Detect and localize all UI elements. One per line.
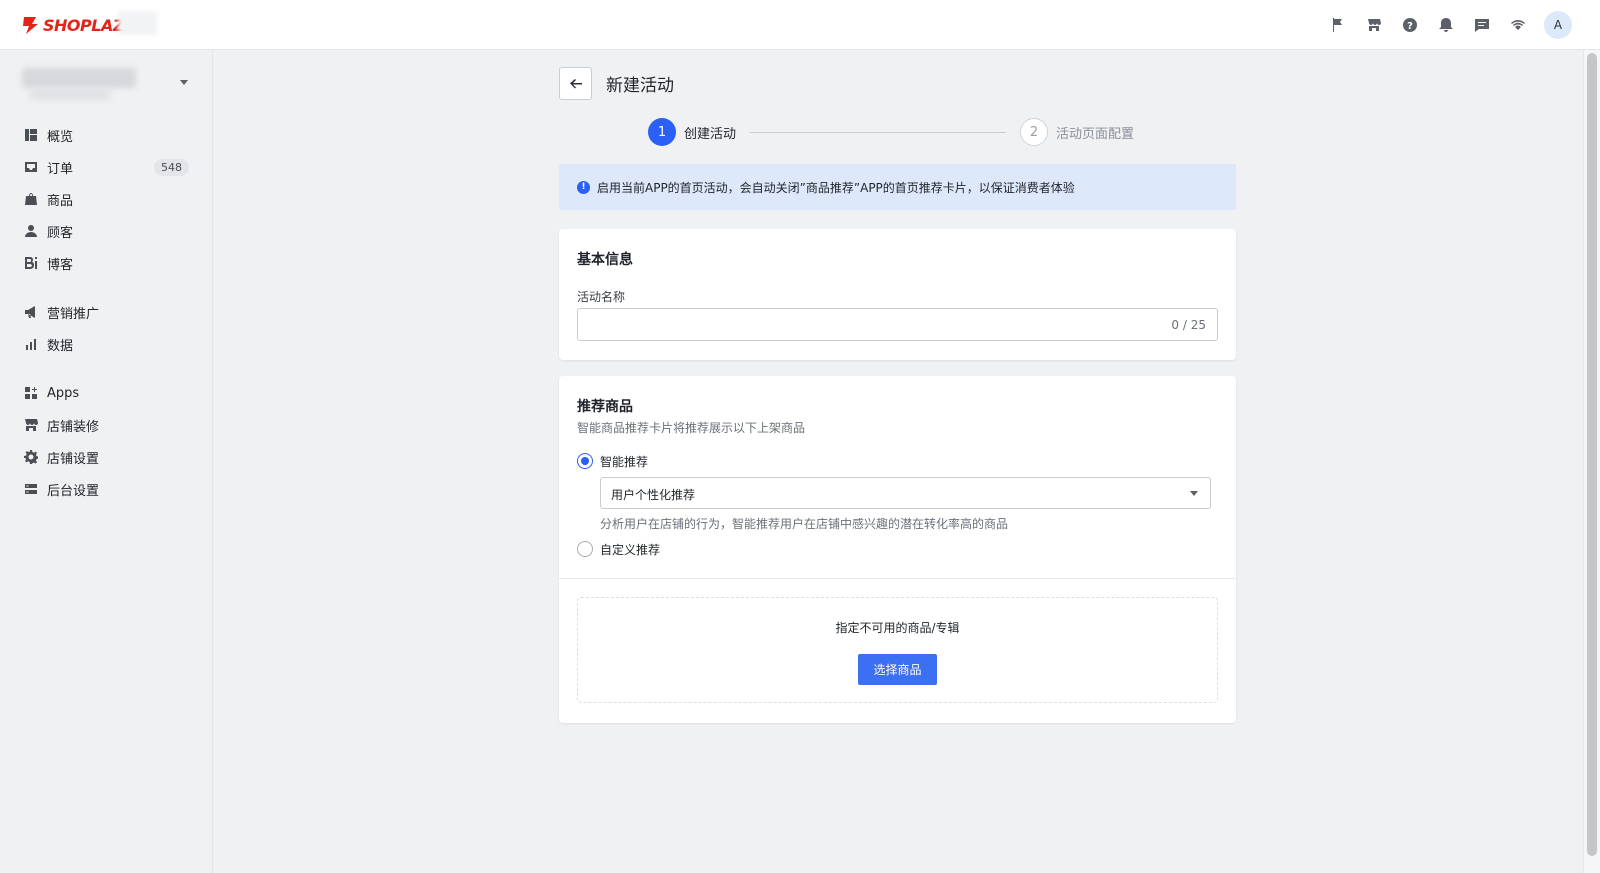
stepper: 1 创建活动 2 活动页面配置 xyxy=(648,118,1148,146)
help-icon[interactable]: ? xyxy=(1392,8,1428,42)
step-2-indicator: 2 xyxy=(1020,118,1049,146)
page-header: 新建活动 xyxy=(559,67,674,100)
basic-info-card: 基本信息 活动名称 0 / 25 xyxy=(559,229,1236,360)
scrollbar-thumb[interactable] xyxy=(1587,53,1597,856)
orders-count-badge: 548 xyxy=(154,159,189,176)
sidebar-item-theme[interactable]: 店铺装修 xyxy=(0,409,213,441)
logo-mark-icon xyxy=(20,15,40,35)
smart-recommend-radio[interactable] xyxy=(577,453,593,469)
activity-name-label: 活动名称 xyxy=(577,290,626,304)
sidebar-item-label: 博客 xyxy=(47,257,74,273)
store-icon[interactable] xyxy=(1356,8,1392,42)
step-2-label: 活动页面配置 xyxy=(1056,126,1135,142)
exclude-products-title: 指定不可用的商品/专辑 xyxy=(835,621,960,635)
alert-text: 启用当前APP的首页活动，会自动关闭”商品推荐”APP的首页推荐卡片，以保证消费… xyxy=(597,180,1075,195)
card-divider xyxy=(559,578,1236,579)
bag-icon xyxy=(24,192,38,206)
sidebar-item-admin-settings[interactable]: 后台设置 xyxy=(0,473,213,505)
arrow-left-icon xyxy=(569,78,582,88)
sidebar-item-orders[interactable]: 订单 548 xyxy=(0,151,213,183)
user-avatar[interactable]: A xyxy=(1544,11,1572,39)
blog-icon xyxy=(24,256,38,270)
activity-name-input[interactable]: 0 / 25 xyxy=(577,308,1218,341)
sidebar-item-label: 订单 xyxy=(47,161,74,177)
top-bar: SHOPLAZZA ? A xyxy=(0,0,1600,50)
bell-icon[interactable] xyxy=(1428,8,1464,42)
store-name-blurred xyxy=(118,11,158,35)
smart-recommend-label: 智能推荐 xyxy=(600,454,649,469)
select-value: 用户个性化推荐 xyxy=(611,488,696,502)
sidebar-item-label: 店铺装修 xyxy=(47,419,100,435)
sidebar-item-label: 店铺设置 xyxy=(47,451,100,467)
step-1-label: 创建活动 xyxy=(684,126,737,142)
page-scrollbar[interactable] xyxy=(1583,50,1600,873)
custom-recommend-label: 自定义推荐 xyxy=(600,542,661,557)
sidebar-item-customers[interactable]: 顾客 xyxy=(0,215,213,247)
sidebar-item-apps[interactable]: Apps xyxy=(0,377,213,409)
exclude-products-box: 指定不可用的商品/专辑 选择商品 xyxy=(577,597,1218,703)
shop-subtitle-blurred xyxy=(30,88,110,100)
strategy-hint: 分析用户在店铺的行为，智能推荐用户在店铺中感兴趣的潜在转化率高的商品 xyxy=(600,517,1009,531)
sidebar-item-label: 商品 xyxy=(47,193,74,209)
sidebar-item-store-settings[interactable]: 店铺设置 xyxy=(0,441,213,473)
flag-icon[interactable] xyxy=(1320,8,1356,42)
step-1-indicator: 1 xyxy=(648,118,676,146)
custom-recommend-radio[interactable] xyxy=(577,541,593,557)
basic-info-title: 基本信息 xyxy=(577,252,633,268)
message-icon[interactable] xyxy=(1464,8,1500,42)
dashboard-icon xyxy=(24,128,38,142)
chevron-down-icon xyxy=(180,80,188,85)
gear-icon xyxy=(24,450,38,464)
info-alert: ! 启用当前APP的首页活动，会自动关闭”商品推荐”APP的首页推荐卡片，以保证… xyxy=(559,164,1236,210)
sidebar-item-blog[interactable]: 博客 xyxy=(0,247,213,279)
recommend-title: 推荐商品 xyxy=(577,399,633,415)
sidebar-nav-settings: Apps 店铺装修 店铺设置 后台设置 xyxy=(0,377,213,505)
sidebar-item-label: Apps xyxy=(47,385,80,401)
sidebar: 概览 订单 548 商品 顾客 博客 营销推广 数据 Apps 店铺装修 店铺设… xyxy=(0,50,213,873)
sidebar-item-label: 顾客 xyxy=(47,225,74,241)
custom-recommend-option[interactable]: 自定义推荐 xyxy=(577,540,660,558)
recommend-description: 智能商品推荐卡片将推荐展示以下上架商品 xyxy=(577,421,806,435)
store-icon xyxy=(24,418,38,432)
info-icon: ! xyxy=(577,180,590,194)
wifi-icon[interactable] xyxy=(1500,8,1536,42)
sidebar-item-marketing[interactable]: 营销推广 xyxy=(0,296,213,328)
server-icon xyxy=(24,482,38,496)
recommend-products-card: 推荐商品 智能商品推荐卡片将推荐展示以下上架商品 智能推荐 用户个性化推荐 分析… xyxy=(559,376,1236,723)
shop-name-blurred xyxy=(22,68,136,88)
sidebar-item-overview[interactable]: 概览 xyxy=(0,119,213,151)
character-counter: 0 / 25 xyxy=(1171,318,1206,332)
inbox-icon xyxy=(24,160,38,174)
recommend-strategy-select[interactable]: 用户个性化推荐 xyxy=(600,477,1211,509)
select-products-button[interactable]: 选择商品 xyxy=(858,654,937,685)
person-icon xyxy=(24,224,38,238)
sidebar-item-products[interactable]: 商品 xyxy=(0,183,213,215)
sidebar-nav-main: 概览 订单 548 商品 顾客 博客 xyxy=(0,119,213,279)
step-connector xyxy=(750,131,1007,133)
back-button[interactable] xyxy=(559,67,592,100)
svg-text:?: ? xyxy=(1407,21,1413,32)
sidebar-item-label: 后台设置 xyxy=(47,483,100,499)
sidebar-item-label: 数据 xyxy=(47,338,74,354)
sidebar-item-analytics[interactable]: 数据 xyxy=(0,328,213,360)
shop-selector[interactable] xyxy=(22,68,194,104)
bar-chart-icon xyxy=(24,337,38,351)
sidebar-item-label: 营销推广 xyxy=(47,306,100,322)
smart-recommend-option[interactable]: 智能推荐 xyxy=(577,452,648,470)
sidebar-item-label: 概览 xyxy=(47,129,74,145)
sidebar-nav-growth: 营销推广 数据 xyxy=(0,296,213,360)
apps-icon xyxy=(24,386,38,400)
caret-down-icon xyxy=(1190,491,1198,496)
page-title: 新建活动 xyxy=(606,76,674,96)
megaphone-icon xyxy=(24,305,38,319)
